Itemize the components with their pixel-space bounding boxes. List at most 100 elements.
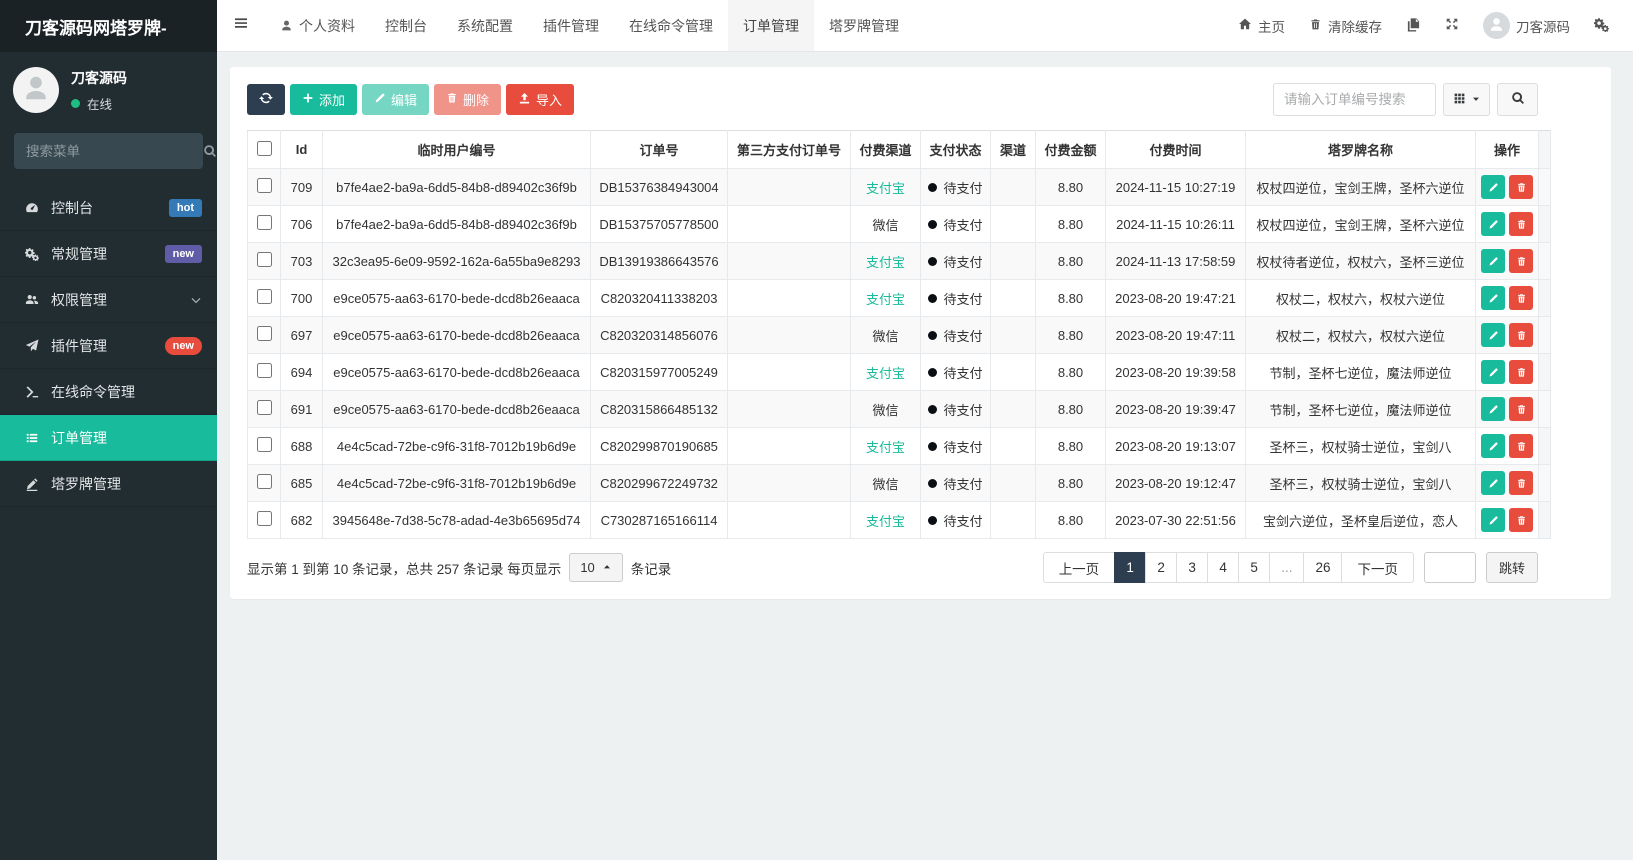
row-edit-button[interactable] bbox=[1481, 471, 1505, 495]
row-delete-button[interactable] bbox=[1509, 175, 1533, 199]
cell-id: 691 bbox=[280, 390, 323, 428]
row-delete-button[interactable] bbox=[1509, 323, 1533, 347]
row-edit-button[interactable] bbox=[1481, 212, 1505, 236]
row-edit-button[interactable] bbox=[1481, 175, 1505, 199]
row-checkbox[interactable] bbox=[256, 326, 272, 341]
search-icon[interactable] bbox=[203, 144, 217, 158]
page-size-dropdown[interactable]: 10 bbox=[569, 553, 623, 582]
sidebar-item-插件管理[interactable]: 插件管理 new bbox=[0, 323, 217, 369]
cell-order-no: C820299870190685 bbox=[590, 427, 728, 465]
row-checkbox[interactable] bbox=[256, 474, 272, 489]
row-delete-button[interactable] bbox=[1509, 471, 1533, 495]
cell-third-party-no bbox=[727, 242, 851, 280]
row-edit-button[interactable] bbox=[1481, 397, 1505, 421]
account-menu[interactable]: 刀客源码 bbox=[1471, 0, 1582, 51]
cell-id: 688 bbox=[280, 427, 323, 465]
nav-item-订单管理[interactable]: 订单管理 bbox=[728, 0, 814, 51]
page-button-2[interactable]: 2 bbox=[1145, 552, 1178, 583]
home-link[interactable]: 主页 bbox=[1226, 0, 1297, 51]
row-checkbox[interactable] bbox=[256, 252, 272, 267]
row-checkbox[interactable] bbox=[256, 178, 272, 193]
nav-item-插件管理[interactable]: 插件管理 bbox=[528, 0, 614, 51]
jump-page-input[interactable] bbox=[1423, 552, 1476, 583]
prev-page-button[interactable]: 上一页 bbox=[1042, 552, 1116, 583]
edit-button[interactable]: 编辑 bbox=[362, 84, 430, 115]
row-delete-button[interactable] bbox=[1509, 397, 1533, 421]
row-edit-button[interactable] bbox=[1481, 323, 1505, 347]
row-edit-button[interactable] bbox=[1481, 249, 1505, 273]
cell-actions bbox=[1475, 427, 1539, 465]
cell-id: 700 bbox=[280, 279, 323, 317]
page-button-4[interactable]: 4 bbox=[1207, 552, 1240, 583]
row-delete-button[interactable] bbox=[1509, 286, 1533, 310]
cell-pay-channel: 支付宝 bbox=[850, 168, 921, 206]
import-button[interactable]: 导入 bbox=[506, 84, 575, 115]
sidebar-item-订单管理[interactable]: 订单管理 bbox=[0, 415, 217, 461]
row-delete-button[interactable] bbox=[1509, 434, 1533, 458]
cell-pay-channel: 微信 bbox=[850, 205, 921, 243]
nav-item-系统配置[interactable]: 系统配置 bbox=[442, 0, 528, 51]
nav-item-在线命令管理[interactable]: 在线命令管理 bbox=[614, 0, 728, 51]
row-edit-button[interactable] bbox=[1481, 434, 1505, 458]
row-delete-button[interactable] bbox=[1509, 249, 1533, 273]
search-button[interactable] bbox=[1497, 83, 1538, 116]
cell-pay-time: 2024-11-15 10:26:11 bbox=[1105, 205, 1246, 243]
row-delete-button[interactable] bbox=[1509, 212, 1533, 236]
cell-pay-channel: 微信 bbox=[850, 464, 921, 502]
table-gutter bbox=[1538, 316, 1551, 354]
row-edit-button[interactable] bbox=[1481, 360, 1505, 384]
sidebar-item-在线命令管理[interactable]: 在线命令管理 bbox=[0, 369, 217, 415]
sidebar-toggle-button[interactable] bbox=[217, 0, 265, 51]
sidebar-search-input[interactable] bbox=[26, 143, 203, 159]
row-edit-button[interactable] bbox=[1481, 508, 1505, 532]
next-page-button[interactable]: 下一页 bbox=[1341, 552, 1414, 583]
column-header-支付状态: 支付状态 bbox=[920, 130, 991, 169]
nav-item-塔罗牌管理[interactable]: 塔罗牌管理 bbox=[814, 0, 914, 51]
cell-qudao bbox=[990, 168, 1036, 206]
delete-button[interactable]: 删除 bbox=[434, 84, 502, 115]
cell-qudao bbox=[990, 279, 1036, 317]
page-list: 上一页 1 2 3 4 5... 26 下一页 bbox=[1042, 552, 1414, 583]
row-checkbox[interactable] bbox=[256, 437, 272, 452]
jump-button[interactable]: 跳转 bbox=[1485, 552, 1538, 583]
row-delete-button[interactable] bbox=[1509, 508, 1533, 532]
settings-menu[interactable] bbox=[1582, 0, 1621, 51]
row-checkbox[interactable] bbox=[256, 511, 272, 526]
brand-title: 刀客源码网塔罗牌- bbox=[0, 0, 217, 52]
sidebar-item-权限管理[interactable]: 权限管理 bbox=[0, 277, 217, 323]
select-all-header bbox=[247, 130, 281, 169]
row-checkbox[interactable] bbox=[256, 289, 272, 304]
fullscreen-link[interactable] bbox=[1433, 0, 1471, 51]
clear-cache-link[interactable]: 清除缓存 bbox=[1297, 0, 1394, 51]
sidebar-item-控制台[interactable]: 控制台 hot bbox=[0, 185, 217, 231]
sidebar-item-常规管理[interactable]: 常规管理 new bbox=[0, 231, 217, 277]
cell-actions bbox=[1475, 242, 1539, 280]
select-all-checkbox[interactable] bbox=[256, 140, 272, 156]
order-search-input[interactable] bbox=[1273, 83, 1436, 116]
add-button[interactable]: 添加 bbox=[290, 84, 358, 115]
page-button-26[interactable]: 26 bbox=[1303, 552, 1343, 583]
columns-toggle-button[interactable] bbox=[1443, 83, 1490, 116]
nav-item-控制台[interactable]: 控制台 bbox=[370, 0, 442, 51]
column-header-Id: Id bbox=[280, 130, 323, 169]
page-button-3[interactable]: 3 bbox=[1176, 552, 1209, 583]
nav-item-个人资料[interactable]: 个人资料 bbox=[265, 0, 370, 51]
person-icon bbox=[1488, 16, 1505, 36]
cell-user-id: 3945648e-7d38-5c78-adad-4e3b65695d74 bbox=[322, 501, 591, 539]
cell-order-no: C820320314856076 bbox=[590, 316, 728, 354]
row-edit-button[interactable] bbox=[1481, 286, 1505, 310]
table-row: 706 b7fe4ae2-ba9a-6dd5-84b8-d89402c36f9b… bbox=[247, 205, 1551, 243]
copy-link[interactable] bbox=[1394, 0, 1433, 51]
copy-icon bbox=[1406, 17, 1421, 35]
table-row: 688 4e4c5cad-72be-c9f6-31f8-7012b19b6d9e… bbox=[247, 427, 1551, 465]
row-checkbox[interactable] bbox=[256, 400, 272, 415]
sidebar-item-塔罗牌管理[interactable]: 塔罗牌管理 bbox=[0, 461, 217, 507]
gears-icon bbox=[1594, 17, 1609, 35]
row-delete-button[interactable] bbox=[1509, 360, 1533, 384]
page-button-5[interactable]: 5 bbox=[1238, 552, 1271, 583]
page-button-1[interactable]: 1 bbox=[1114, 552, 1147, 583]
column-header-塔罗牌名称: 塔罗牌名称 bbox=[1245, 130, 1476, 169]
row-checkbox[interactable] bbox=[256, 215, 272, 230]
refresh-button[interactable] bbox=[247, 84, 285, 115]
row-checkbox[interactable] bbox=[256, 363, 272, 378]
